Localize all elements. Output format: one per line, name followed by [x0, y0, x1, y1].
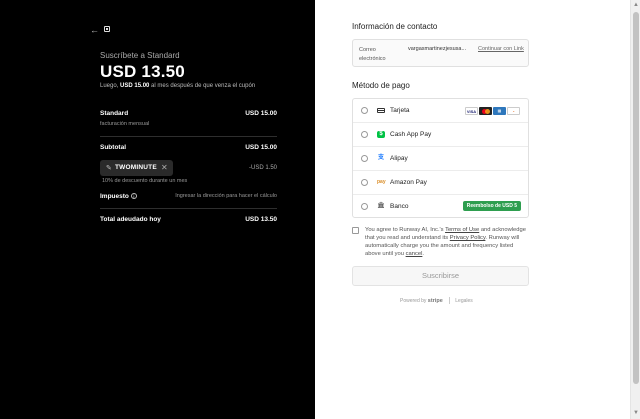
email-label: Correo electrónico — [359, 47, 386, 62]
price-note: Luego, USD 15.00 al mes después de que v… — [100, 83, 255, 89]
amex-icon: ▦ — [493, 107, 506, 115]
discover-icon: ◔ — [507, 107, 520, 115]
coupon-chip: ✎ TWOMINUTE ✕ — [100, 160, 173, 176]
price-amount: USD 13.50 — [100, 62, 185, 81]
payment-label: Cash App Pay — [390, 131, 432, 138]
radio-cashapp[interactable] — [361, 131, 368, 138]
email-value[interactable]: vargasmartinezjesusa... — [408, 46, 466, 52]
terms-text: You agree to Runway AI, Inc.'s Terms of … — [365, 226, 530, 258]
order-summary-panel: ← Suscríbete a Standard USD 13.50 Luego,… — [0, 0, 315, 419]
divider — [100, 136, 277, 137]
plan-price: USD 15.00 — [245, 110, 277, 117]
discount-value: -USD 1.50 — [248, 165, 277, 171]
terms-text-part: You agree to Runway AI, Inc.'s — [365, 227, 446, 233]
runway-logo-icon — [104, 26, 110, 32]
scroll-down-icon[interactable]: ▼ — [633, 410, 639, 416]
credit-card-icon — [377, 108, 385, 113]
payment-option-cashapp[interactable]: $ Cash App Pay — [353, 123, 528, 147]
bank-refund-badge: Reembolso de USD 5 — [462, 201, 521, 211]
mastercard-icon — [479, 107, 492, 115]
radio-alipay[interactable] — [361, 155, 368, 162]
continue-with-link[interactable]: Continuar con Link — [478, 46, 524, 52]
total-value: USD 13.50 — [245, 216, 277, 223]
tax-label-text: Impuesto — [100, 193, 129, 200]
info-icon[interactable]: i — [130, 193, 137, 200]
payment-label: Alipay — [390, 155, 408, 162]
terms-of-use-link[interactable]: Terms of Use — [445, 227, 479, 233]
subtotal-label: Subtotal — [100, 144, 126, 151]
footer-separator — [448, 297, 450, 304]
tax-note: Ingresar la dirección para hacer el cálc… — [175, 193, 277, 199]
payment-label: Tarjeta — [390, 107, 410, 114]
payment-option-bank[interactable]: 🏛 Banco Reembolso de USD 5 — [353, 195, 528, 219]
contact-title: Información de contacto — [352, 22, 438, 31]
scrollbar[interactable]: ▲ ▼ — [630, 0, 640, 419]
cash-app-icon: $ — [377, 131, 385, 138]
scroll-thumb[interactable] — [633, 12, 639, 384]
payment-option-card[interactable]: Tarjeta VISA ▦ ◔ — [353, 99, 528, 123]
payment-method-title: Método de pago — [352, 81, 410, 90]
coupon-code: TWOMINUTE — [115, 164, 157, 171]
radio-card[interactable] — [361, 107, 368, 114]
plan-name: Standard — [100, 110, 129, 117]
radio-bank[interactable] — [361, 203, 368, 210]
powered-by-text: Powered by — [400, 297, 428, 304]
amazon-pay-icon: pay — [377, 179, 386, 185]
stripe-logo[interactable]: stripe — [428, 298, 443, 304]
payment-option-amazon[interactable]: pay Amazon Pay — [353, 171, 528, 195]
payment-label: Banco — [390, 203, 409, 210]
back-arrow-icon[interactable]: ← — [90, 25, 99, 35]
subscribe-label: Suscríbete a Standard — [100, 51, 180, 60]
legal-link[interactable]: Legales — [455, 298, 473, 304]
bank-icon: 🏛 — [377, 203, 385, 209]
payment-methods-list: Tarjeta VISA ▦ ◔ $ Cash App Pay 支 Alipay p… — [352, 98, 529, 218]
alipay-icon: 支 — [377, 155, 384, 161]
price-note-amount: USD 15.00 — [120, 83, 150, 89]
subscribe-button[interactable]: Suscribirse — [352, 266, 529, 286]
payment-label: Amazon Pay — [390, 179, 427, 186]
footer: Powered by stripe Legales — [400, 297, 473, 304]
contact-box: Correo electrónico vargasmartinezjesusa.… — [352, 39, 529, 67]
terms-checkbox[interactable] — [352, 227, 359, 234]
radio-amazon[interactable] — [361, 179, 368, 186]
subtotal-value: USD 15.00 — [245, 144, 277, 151]
divider — [100, 208, 277, 209]
remove-coupon-icon[interactable]: ✕ — [161, 163, 168, 172]
payment-option-alipay[interactable]: 支 Alipay — [353, 147, 528, 171]
tag-icon: ✎ — [106, 165, 112, 172]
discount-note: 10% de descuento durante un mes — [102, 178, 188, 184]
privacy-policy-link[interactable]: Privacy Policy — [450, 235, 486, 241]
tax-label: Impuesto i — [100, 193, 137, 200]
total-label: Total adeudado hoy — [100, 216, 161, 223]
price-note-suffix: al mes después de que venza el cupón — [149, 83, 256, 89]
payment-form-panel: Información de contacto Correo electróni… — [315, 0, 630, 419]
cancel-link[interactable]: cancel — [406, 251, 423, 257]
visa-icon: VISA — [465, 107, 478, 115]
terms-text-part: . — [422, 251, 424, 257]
price-note-prefix: Luego, — [100, 83, 121, 89]
scroll-up-icon[interactable]: ▲ — [633, 2, 639, 8]
plan-billing: facturación mensual — [100, 121, 150, 127]
